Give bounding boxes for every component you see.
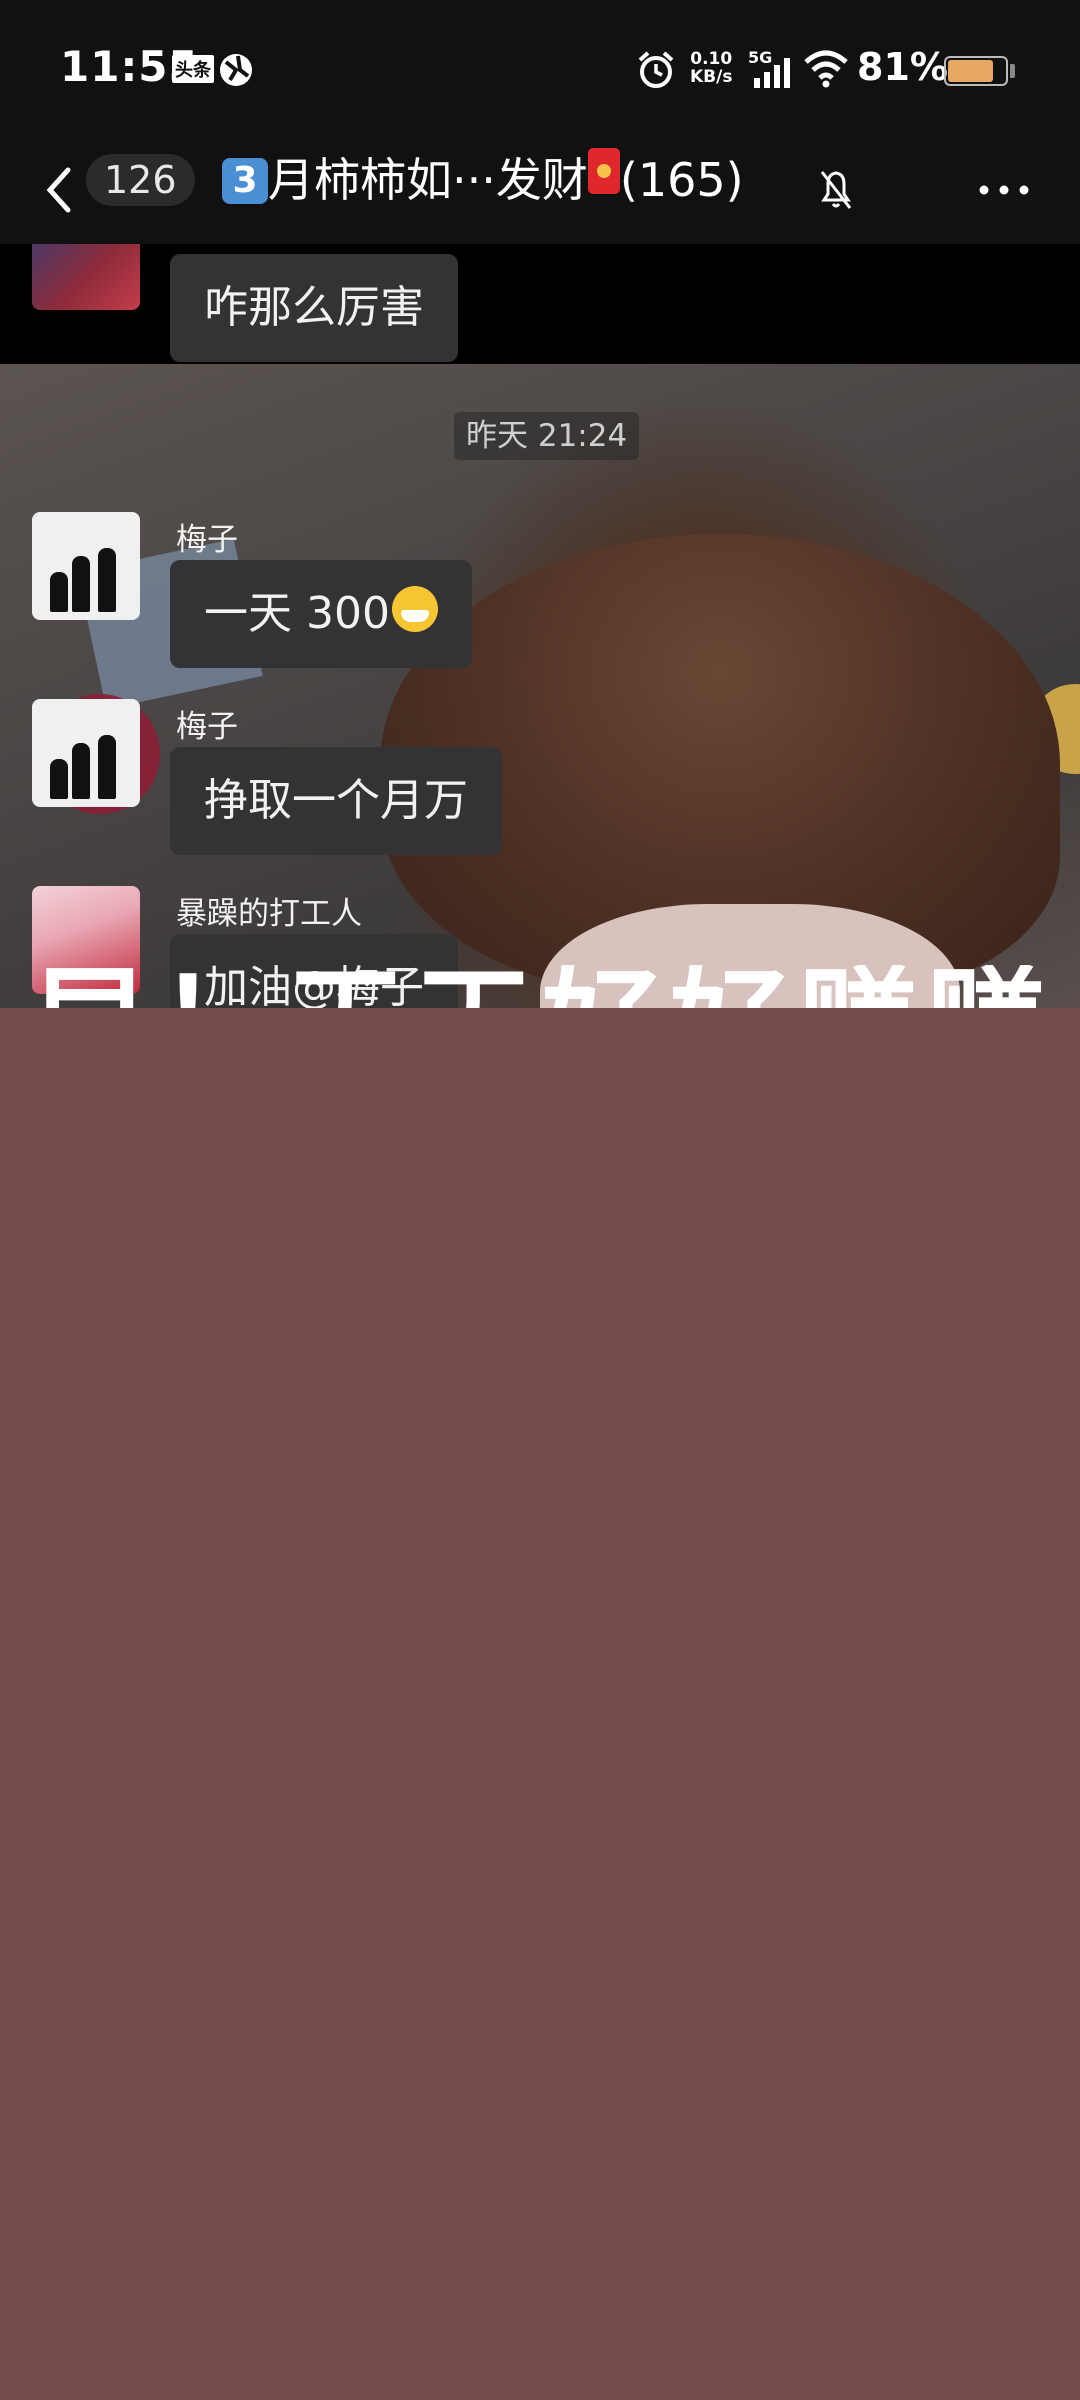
status-bar: 11:55 头条 0.10 KB/s 5G 81% bbox=[0, 0, 1080, 140]
message-timestamp: 昨天 21:24 bbox=[454, 412, 640, 460]
battery-percent: 81% bbox=[857, 45, 948, 89]
back-icon[interactable] bbox=[38, 158, 78, 222]
sender-name: 暴躁的打工人 bbox=[176, 896, 362, 932]
avatar[interactable] bbox=[32, 512, 140, 620]
avatar[interactable] bbox=[32, 699, 140, 807]
globe-icon bbox=[220, 54, 252, 86]
mute-bell-icon[interactable] bbox=[816, 158, 856, 222]
avatar-figure bbox=[98, 735, 116, 799]
overlay-caption-text: 早！天天好好赚赚 bbox=[30, 965, 1080, 1013]
alarm-icon bbox=[638, 51, 674, 88]
avatar[interactable] bbox=[32, 244, 140, 310]
net-speed-value: 0.10 bbox=[690, 49, 733, 69]
message-bubble[interactable]: 挣取一个月万 bbox=[170, 747, 502, 855]
chat-top-strip bbox=[0, 244, 1080, 364]
message-text: 一天 300 bbox=[204, 588, 390, 639]
net-speed: 0.10 KB/s bbox=[690, 50, 732, 86]
keycap-number: 3 bbox=[222, 158, 268, 204]
net-speed-unit: KB/s bbox=[690, 67, 733, 87]
blank-lower-panel bbox=[0, 1008, 1080, 2400]
avatar-figure bbox=[98, 548, 116, 612]
battery-fill bbox=[948, 60, 994, 82]
message-bubble[interactable]: 一天 300 bbox=[170, 560, 472, 668]
signal-icon bbox=[754, 58, 790, 88]
wifi-icon bbox=[804, 50, 848, 88]
red-envelope-icon bbox=[587, 148, 620, 194]
chat-header: 126 3 月柿柿如···发财 (165) bbox=[0, 140, 1080, 244]
grin-emoji-icon bbox=[391, 586, 438, 632]
message-bubble[interactable]: 咋那么厉害 bbox=[170, 254, 458, 362]
unread-count-badge[interactable]: 126 bbox=[86, 154, 195, 206]
chat-title[interactable]: 3 月柿柿如···发财 (165) bbox=[222, 148, 744, 212]
chat-title-text: 月柿柿如···发财 bbox=[268, 153, 588, 207]
avatar-figure bbox=[72, 743, 90, 799]
more-icon[interactable] bbox=[976, 170, 1032, 210]
chat-background-image bbox=[0, 364, 1080, 1008]
avatar-figure bbox=[72, 556, 90, 612]
chat-message-area[interactable]: 咋那么厉害 昨天 21:24 梅子 一天 300 梅子 挣取一个月万 暴躁的打工… bbox=[0, 244, 1080, 1008]
avatar-figure bbox=[50, 572, 68, 612]
member-count: (165) bbox=[619, 153, 744, 207]
battery-tip bbox=[1010, 64, 1015, 78]
avatar-figure bbox=[50, 759, 68, 799]
overlay-caption: 早！天天好好赚赚 bbox=[30, 965, 1080, 1013]
battery-icon bbox=[944, 56, 1008, 86]
sender-name: 梅子 bbox=[176, 709, 238, 745]
toutiao-app-icon: 头条 bbox=[172, 55, 214, 83]
sender-name: 梅子 bbox=[176, 522, 238, 558]
